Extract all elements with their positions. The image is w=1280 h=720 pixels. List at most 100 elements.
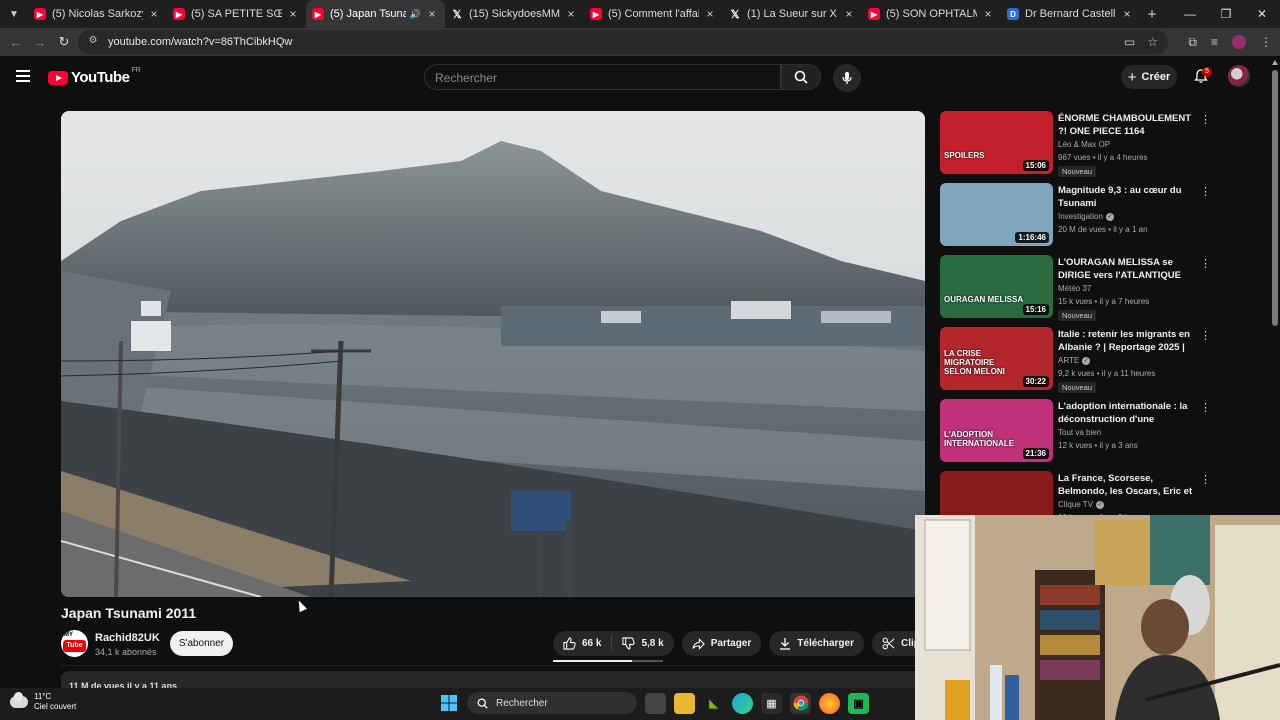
browser-tab[interactable]: 𝕏 (1) La Sueur sur X : "Le pi × (723, 0, 862, 28)
recommended-channel[interactable]: Météo 37 (1058, 284, 1091, 293)
browser-tab[interactable]: ▶ (5) SA PETITE SŒUR DISPARAÎT × (167, 0, 306, 28)
doctor-favicon-icon: D (1007, 8, 1019, 20)
browser-tab[interactable]: ▶ (5) Comment l'affaire Hel × (584, 0, 723, 28)
video-thumbnail[interactable]: OURAGAN MELISSA 15:16 (940, 255, 1053, 318)
file-explorer-icon[interactable] (674, 692, 695, 714)
channel-avatar-top-text: MY (64, 632, 73, 638)
video-thumbnail[interactable]: LA CRISE MIGRATOIRE SELON MELONI 30:22 (940, 327, 1053, 390)
audio-playing-icon[interactable]: 🔊 (410, 9, 421, 20)
country-code: FR (131, 67, 141, 74)
tab-close-icon[interactable]: × (147, 7, 161, 21)
recommended-video[interactable]: 1:16:46 Magnitude 9,3 : au cœur du Tsunam… (940, 183, 1270, 255)
address-bar[interactable]: ⚙ youtube.com/watch?v=86ThCibkHQw ▭ ☆ (78, 30, 1168, 54)
cast-icon[interactable]: ▭ (1124, 35, 1135, 49)
create-label: Créer (1141, 71, 1171, 83)
recommended-title[interactable]: La France, Scorsese, Belmondo, les Oscar… (1058, 472, 1194, 498)
reload-icon[interactable]: ↻ (52, 34, 76, 50)
tab-close-icon[interactable]: × (1120, 7, 1134, 21)
bookmark-star-icon[interactable]: ☆ (1147, 35, 1158, 49)
scrollbar-thumb[interactable] (1272, 70, 1278, 326)
recommended-video[interactable]: LA CRISE MIGRATOIRE SELON MELONI 30:22 Ita… (940, 327, 1270, 399)
video-thumbnail[interactable]: SPOILERS 15:06 (940, 111, 1053, 174)
recommended-video[interactable]: OURAGAN MELISSA 15:16 L'OURAGAN MELISSA se… (940, 255, 1270, 327)
like-ratio-bar (553, 660, 663, 662)
tab-close-icon[interactable]: × (842, 7, 856, 21)
recommended-title[interactable]: Magnitude 9,3 : au cœur du Tsunami (1058, 184, 1194, 210)
app-icon[interactable]: ▣ (848, 692, 869, 714)
more-vertical-icon[interactable]: ⋮ (1200, 113, 1211, 126)
forward-icon[interactable]: → (28, 35, 52, 50)
tab-close-icon[interactable]: × (286, 7, 300, 21)
recommended-title[interactable]: ÉNORME CHAMBOULEMENT ?! ONE PIECE 1164 S… (1058, 112, 1194, 138)
search-button[interactable] (781, 64, 821, 90)
create-button[interactable]: + Créer (1121, 65, 1177, 89)
browser-tab[interactable]: 𝕏 (15) SickydoesMMA sur X × (445, 0, 584, 28)
recommended-title[interactable]: L'adoption internationale : la déconstru… (1058, 400, 1194, 426)
browser-tab[interactable]: D Dr Bernard Castelli, Méde × (1001, 0, 1140, 28)
tab-close-icon[interactable]: × (564, 7, 578, 21)
edge-browser-icon[interactable] (732, 692, 753, 714)
youtube-header: YouTube FR Rechercher + Créer 5 (0, 56, 1270, 98)
chrome-icon[interactable] (790, 692, 811, 714)
more-vertical-icon[interactable]: ⋮ (1200, 329, 1211, 342)
more-vertical-icon[interactable]: ⋮ (1200, 257, 1211, 270)
account-avatar[interactable] (1228, 65, 1250, 87)
tab-close-icon[interactable]: × (981, 7, 995, 21)
download-button[interactable]: Télécharger (769, 631, 864, 656)
nvidia-icon[interactable]: ◣ (703, 693, 724, 714)
search-input[interactable]: Rechercher (424, 64, 781, 90)
recommended-channel[interactable]: Clique TV ✓ (1058, 500, 1104, 509)
close-window-icon[interactable]: ✕ (1244, 7, 1280, 21)
like-button[interactable]: 66 k (553, 631, 611, 656)
tab-close-icon[interactable]: × (425, 7, 439, 21)
browser-tab[interactable]: ▶ (5) Nicolas Sarkozy condamné × (28, 0, 167, 28)
task-view-icon[interactable] (645, 692, 666, 714)
new-badge: Nouveau (1058, 382, 1097, 393)
video-thumbnail[interactable]: 1:16:46 (940, 183, 1053, 246)
recommended-video[interactable]: SPOILERS 15:06 ÉNORME CHAMBOULEMENT ?! ONE… (940, 111, 1270, 183)
youtube-logo[interactable]: YouTube FR (48, 67, 141, 86)
tab-close-icon[interactable]: × (703, 7, 717, 21)
extensions-icon[interactable]: ⧉ (1188, 35, 1197, 50)
back-icon[interactable]: ← (4, 35, 28, 50)
recommended-title[interactable]: L'OURAGAN MELISSA se DIRIGE vers l'ATLAN… (1058, 256, 1194, 282)
recommended-channel[interactable]: ARTE ✓ (1058, 356, 1091, 365)
video-thumbnail[interactable]: L'ADOPTION INTERNATIONALE 21:36 (940, 399, 1053, 462)
minimize-icon[interactable]: — (1172, 7, 1208, 21)
browser-tab[interactable]: ▶ (5) Japan Tsunami 2011 🔊 × (306, 0, 445, 28)
subscribe-button[interactable]: S'abonner (170, 631, 233, 656)
dislike-button[interactable]: 5,8 k (612, 631, 673, 656)
maximize-icon[interactable]: ❐ (1208, 7, 1244, 21)
scroll-up-arrow-icon[interactable] (1272, 60, 1278, 65)
firefox-icon[interactable] (819, 692, 840, 714)
video-player[interactable] (61, 111, 925, 597)
microsoft-store-icon[interactable]: ▦ (761, 692, 782, 714)
share-button[interactable]: Partager (681, 631, 762, 656)
more-vertical-icon[interactable]: ⋮ (1200, 473, 1211, 486)
channel-name[interactable]: Rachid82UK (95, 632, 160, 644)
recommended-channel[interactable]: Investigation ✓ (1058, 212, 1114, 221)
taskbar-search[interactable]: Rechercher (467, 692, 637, 714)
recommended-channel[interactable]: Léo & Max OP (1058, 140, 1110, 149)
recommended-video[interactable]: L'ADOPTION INTERNATIONALE 21:36 L'adoption… (940, 399, 1270, 471)
recommended-channel[interactable]: Tout va bien (1058, 428, 1101, 437)
more-vertical-icon[interactable]: ⋮ (1200, 401, 1211, 414)
tab-title: (15) SickydoesMMA sur X (469, 8, 560, 20)
menu-icon[interactable] (16, 70, 30, 82)
reading-list-icon[interactable]: ≡ (1211, 35, 1218, 49)
new-tab-button[interactable]: + (1140, 6, 1164, 23)
more-vertical-icon[interactable]: ⋮ (1200, 185, 1211, 198)
windows-start-icon[interactable] (438, 693, 459, 714)
verified-check-icon: ✓ (1105, 212, 1114, 221)
weather-widget[interactable]: 11°C Ciel couvert (10, 692, 76, 712)
browser-profile-icon[interactable] (1232, 35, 1246, 49)
thumbnail-text: SPOILERS (944, 151, 985, 160)
site-info-icon[interactable]: ⚙ (86, 35, 100, 49)
recommended-title[interactable]: Italie : retenir les migrants en Albanie… (1058, 328, 1194, 354)
tab-search-chevron-icon[interactable]: ▼ (0, 0, 28, 28)
video-actions: 66 k 5,8 k Partager Télécharger Clip ⋯ (553, 631, 960, 656)
channel-avatar[interactable]: MY Tube (61, 630, 88, 657)
browser-menu-icon[interactable]: ⋮ (1260, 35, 1272, 49)
voice-search-button[interactable] (833, 64, 861, 92)
browser-tab[interactable]: ▶ (5) SON OPHTALMO LUI A × (862, 0, 1001, 28)
